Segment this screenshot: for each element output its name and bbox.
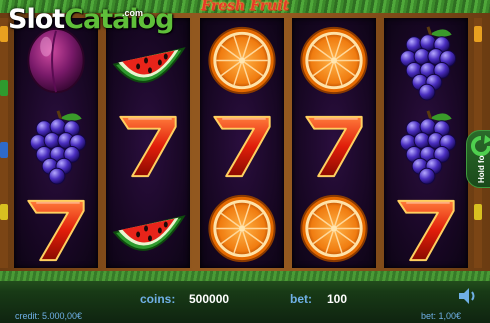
left-post <box>0 18 8 268</box>
seven-symbol <box>14 187 98 270</box>
bet-label: bet: <box>290 292 312 306</box>
seven-symbol <box>106 103 190 186</box>
watermark-slot: Slot <box>8 4 65 35</box>
grapes-symbol <box>384 103 468 186</box>
credit-display: credit: 5.000,00€ <box>15 311 83 321</box>
lamp <box>0 26 8 42</box>
watermark-catalog: Catalog <box>64 4 174 35</box>
watermelon-symbol <box>106 187 190 270</box>
orange-symbol <box>292 19 376 102</box>
orange-symbol <box>292 187 376 270</box>
orange-symbol <box>200 19 284 102</box>
watermark-suffix: .com <box>122 8 144 18</box>
orange-symbol <box>200 187 284 270</box>
lamp <box>474 204 482 220</box>
game-stage: Fresh Fruit Hold fo coins: 500000 bet: 1… <box>0 0 490 323</box>
lamp <box>474 26 482 42</box>
grapes-symbol <box>384 19 468 102</box>
slotcatalog-watermark: SlotCatalog <box>8 4 174 35</box>
coins-value: 500000 <box>189 292 230 306</box>
seven-symbol <box>384 187 468 270</box>
bet-value[interactable]: 100 <box>327 292 347 306</box>
speaker-icon[interactable] <box>458 287 478 305</box>
game-title: Fresh Fruit <box>201 0 289 14</box>
seven-symbol <box>292 103 376 186</box>
coins-label: coins: <box>140 292 176 306</box>
bottom-grass <box>0 271 490 281</box>
hold-button-label: Hold fo <box>477 155 486 183</box>
circular-arrow-icon <box>471 135 490 156</box>
hold-for-autoplay-button[interactable]: Hold fo <box>466 130 490 188</box>
seven-symbol <box>200 103 284 186</box>
lamp <box>0 142 8 158</box>
lamp <box>0 204 8 220</box>
grapes-symbol <box>14 103 98 186</box>
bet-money-display: bet: 1,00€ <box>421 311 462 321</box>
lamp <box>0 80 8 96</box>
